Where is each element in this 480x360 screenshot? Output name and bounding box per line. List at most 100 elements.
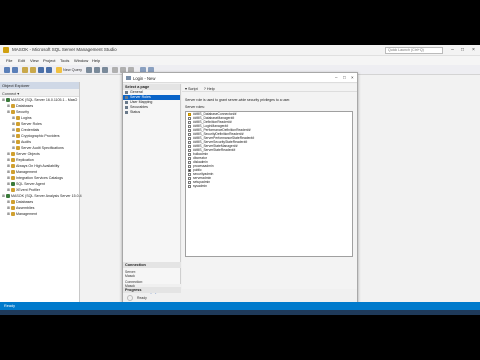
node-icon — [11, 164, 16, 169]
node-icon — [11, 104, 16, 109]
new-query-button[interactable]: New Query — [63, 68, 82, 72]
cut-icon[interactable] — [112, 67, 118, 73]
menu-help[interactable]: Help — [92, 58, 100, 63]
ssms-window: MASOK - Microsoft SQL Server Management … — [0, 45, 480, 315]
node-icon — [16, 122, 21, 127]
menu-bar: File Edit View Project Tools Window Help — [0, 56, 480, 65]
save-icon[interactable] — [38, 67, 44, 73]
new-file-icon[interactable] — [22, 67, 28, 73]
title-bar: MASOK - Microsoft SQL Server Management … — [0, 45, 480, 56]
node-icon — [6, 194, 11, 199]
page-icon — [125, 100, 128, 104]
menu-project[interactable]: Project — [43, 58, 55, 63]
page-item-label: User Mapping — [130, 100, 153, 104]
menu-view[interactable]: View — [30, 58, 39, 63]
login-icon — [126, 76, 131, 80]
tree-node-label: MASOK (SQL Server Analysis Server 15.0.4 — [11, 194, 82, 198]
role-checkbox[interactable] — [188, 184, 191, 188]
open-file-icon[interactable] — [30, 67, 36, 73]
node-icon — [6, 98, 11, 103]
mdx-icon[interactable] — [86, 67, 92, 73]
node-icon — [11, 152, 16, 157]
object-explorer-tree: ⊞ MASOK (SQL Server 16.0.1105.1 - MasO ⊞ … — [0, 97, 82, 217]
maximize-icon[interactable]: □ — [458, 46, 467, 54]
tree-node-label: Integration Services Catalogs — [16, 176, 63, 180]
tree-node-label: Databases — [16, 104, 34, 108]
tree-node-label: Server Audit Specifications — [21, 146, 64, 150]
progress-header: Progress — [123, 287, 181, 293]
taskbar — [0, 310, 480, 315]
node-icon — [11, 212, 16, 217]
window-title: MASOK - Microsoft SQL Server Management … — [12, 47, 117, 52]
node-icon — [11, 176, 16, 181]
role-label: sysadmin — [193, 184, 207, 188]
server-roles-page: ▾ Script ? Help Server role is used to g… — [182, 84, 357, 289]
page-icon — [125, 95, 128, 99]
dialog-title-bar: Login - New – □ × — [123, 73, 357, 83]
node-icon — [16, 128, 21, 133]
page-item-label: Server Roles — [130, 95, 151, 99]
server-value: Masok — [125, 274, 135, 278]
dialog-maximize-icon[interactable]: □ — [343, 75, 346, 80]
node-icon — [16, 146, 21, 151]
tree-node-label: SQL Server Agent — [16, 182, 45, 186]
script-button[interactable]: ▾ Script — [185, 87, 198, 91]
minimize-icon[interactable]: – — [448, 46, 457, 54]
object-explorer: Object Explorer Connect ▾ ⊞ MASOK (SQL S… — [0, 82, 82, 304]
select-page-panel: Select a page General Server Roles User Ma… — [123, 84, 181, 294]
save-all-icon[interactable] — [46, 67, 52, 73]
dialog-minimize-icon[interactable]: – — [335, 75, 338, 80]
progress-spinner-icon — [127, 295, 133, 301]
xmla-icon[interactable] — [102, 67, 108, 73]
quick-launch-input[interactable]: Quick Launch (Ctrl+Q) — [385, 47, 443, 54]
tree-node-label: Assemblies — [16, 206, 35, 210]
menu-file[interactable]: File — [6, 58, 12, 63]
help-button[interactable]: ? Help — [204, 87, 215, 91]
node-icon — [11, 188, 16, 193]
page-icon — [125, 110, 128, 114]
status-text: Ready — [4, 304, 15, 308]
tree-node-label: Replication — [16, 158, 34, 162]
tree-node-label: Server Roles — [21, 122, 42, 126]
tree-node-label: XEvent Profiler — [16, 188, 40, 192]
ssms-app-icon — [3, 47, 9, 53]
tree-node-label: Management — [16, 212, 37, 216]
tree-node-label: MASOK (SQL Server 16.0.1105.1 - MasO — [11, 98, 78, 102]
role-item: sysadmin — [186, 184, 352, 188]
tree-node[interactable]: ⊞ Management — [0, 211, 79, 217]
page-list: General Server Roles User Mapping Securable… — [123, 90, 180, 115]
menu-tools[interactable]: Tools — [60, 58, 69, 63]
node-icon — [16, 116, 21, 121]
tree-node-label: Cryptographic Providers — [21, 134, 60, 138]
menu-edit[interactable]: Edit — [18, 58, 25, 63]
object-explorer-header: Object Explorer — [0, 82, 79, 89]
page-icon — [125, 105, 128, 109]
menu-window[interactable]: Window — [74, 58, 88, 63]
dialog-toolbar: ▾ Script ? Help — [182, 84, 357, 92]
connect-button[interactable]: Connect ▾ — [0, 89, 79, 97]
tree-node-label: Databases — [16, 200, 34, 204]
tree-node-label: Logins — [21, 116, 32, 120]
page-item-label: Securables — [130, 105, 148, 109]
page-icon — [125, 90, 128, 94]
tree-node-label: Server Objects — [16, 152, 40, 156]
node-icon — [11, 170, 16, 175]
connection-header: Connection — [123, 262, 181, 268]
server-roles-list: ##MS_DatabaseConnector## ##MS_DatabaseMan… — [185, 111, 353, 257]
page-item[interactable]: Status — [123, 110, 180, 115]
close-icon[interactable]: × — [469, 46, 478, 54]
back-icon[interactable] — [4, 67, 10, 73]
new-query-icon[interactable] — [56, 67, 62, 73]
dmx-icon[interactable] — [94, 67, 100, 73]
tree-node-label: Security — [16, 110, 29, 114]
tree-node-label: Always On High Availability — [16, 164, 60, 168]
node-icon — [11, 182, 16, 187]
tree-node-label: Credentials — [21, 128, 40, 132]
node-icon — [11, 206, 16, 211]
dialog-close-icon[interactable]: × — [351, 75, 354, 80]
tree-node-label: Management — [16, 170, 37, 174]
node-icon — [16, 134, 21, 139]
page-description: Server role is used to grant server-wide… — [185, 98, 291, 102]
page-item-label: General — [130, 90, 143, 94]
forward-icon[interactable] — [12, 67, 18, 73]
